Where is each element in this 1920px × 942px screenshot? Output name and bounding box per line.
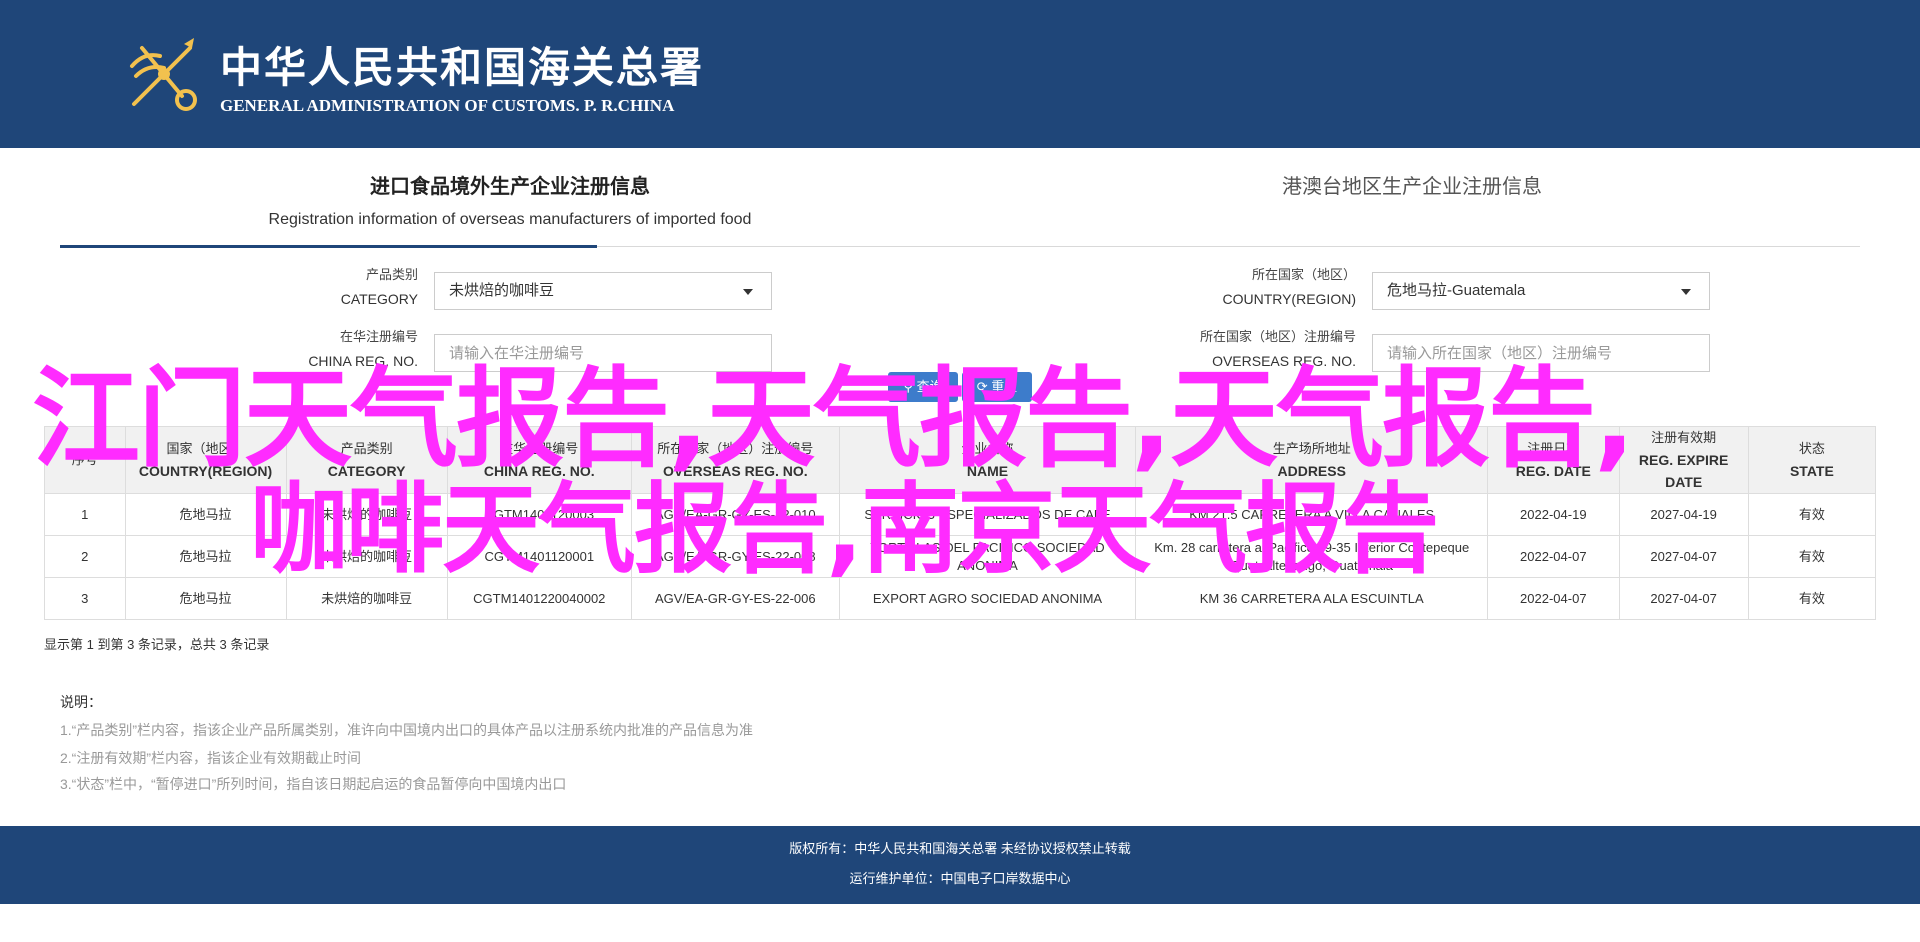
overlay-text-line-1: 江门天气报告,天气报告,天气报告,: [32, 357, 1635, 482]
tab-hk-macao-taiwan[interactable]: 港澳台地区生产企业注册信息: [1112, 170, 1712, 199]
copyright-text: 版权所有：中华人民共和国海关总署 未经协议授权禁止转载: [789, 841, 1131, 856]
site-title: 中华人民共和国海关总署: [220, 43, 705, 92]
notes-title: 说明：: [60, 694, 102, 710]
country-label: 所在国家（地区） COUNTRY(REGION): [1150, 263, 1356, 311]
tab-title: 港澳台地区生产企业注册信息: [1282, 174, 1542, 198]
active-tab-indicator: [60, 245, 597, 248]
country-select-value: 危地马拉-Guatemala: [1387, 282, 1526, 299]
header-state: 状态 STATE: [1747, 426, 1877, 494]
chevron-down-icon: [743, 289, 753, 295]
customs-emblem-icon: [130, 38, 197, 111]
maintainer-text: 运行维护单位：中国电子口岸数据中心: [849, 871, 1071, 886]
cell-state: 有效: [1747, 535, 1877, 578]
header-cn: 注册有效期: [1651, 430, 1717, 445]
cell-state: 有效: [1747, 577, 1877, 620]
header-en: STATE: [1789, 463, 1834, 479]
category-select-value: 未烘焙的咖啡豆: [449, 282, 555, 299]
cell-expire-date: 2027-04-07: [1618, 535, 1749, 578]
cell-expire-date: 2027-04-07: [1618, 577, 1749, 620]
note-item: 1.“产品类别”栏内容，指该企业产品所属类别，准许向中国境内出口的具体产品以注册…: [60, 722, 753, 738]
tab-overseas-manufacturers[interactable]: 进口食品境外生产企业注册信息 Registration information …: [220, 170, 800, 229]
cell-index: 1: [44, 493, 126, 536]
label-cn: 所在国家（地区）注册编号: [1199, 329, 1356, 344]
chevron-down-icon: [1681, 289, 1691, 295]
overlay-text-line-2: 咖啡天气报告,南京天气报告: [250, 473, 1439, 587]
label-cn: 产品类别: [365, 267, 418, 282]
cell-state: 有效: [1747, 493, 1877, 536]
label-cn: 在华注册编号: [339, 329, 418, 344]
note-item: 3.“状态”栏中，“暂停进口”所列时间，指自该日期起启运的食品暂停向中国境内出口: [60, 776, 567, 792]
tab-title: 进口食品境外生产企业注册信息: [370, 174, 650, 198]
label-cn: 所在国家（地区）: [1251, 267, 1356, 282]
note-item: 2.“注册有效期”栏内容，指该企业有效期截止时间: [60, 750, 361, 766]
country-select[interactable]: 危地马拉-Guatemala: [1372, 272, 1710, 310]
cell-reg-date: 2022-04-19: [1487, 493, 1620, 536]
category-select[interactable]: 未烘焙的咖啡豆: [434, 272, 772, 310]
header-expire-date: 注册有效期 REG. EXPIRE DATE: [1618, 426, 1749, 494]
header-cn: 状态: [1798, 441, 1825, 456]
category-label: 产品类别 CATEGORY: [260, 263, 418, 311]
label-en: COUNTRY(REGION): [1222, 291, 1356, 307]
cell-index: 3: [44, 577, 126, 620]
tab-subtitle: Registration information of overseas man…: [268, 211, 752, 228]
cell-reg-date: 2022-04-07: [1487, 535, 1620, 578]
site-title-en: GENERAL ADMINISTRATION OF CUSTOMS. P. R.…: [220, 96, 675, 115]
site-footer: 版权所有：中华人民共和国海关总署 未经协议授权禁止转载 运行维护单位：中国电子口…: [0, 826, 1920, 904]
pagination-summary: 显示第 1 到第 3 条记录，总共 3 条记录: [44, 637, 270, 652]
label-en: CATEGORY: [340, 291, 418, 307]
header-en: REG. EXPIRE DATE: [1638, 452, 1729, 490]
cell-index: 2: [44, 535, 126, 578]
cell-expire-date: 2027-04-19: [1618, 493, 1749, 536]
site-header: 中华人民共和国海关总署 GENERAL ADMINISTRATION OF CU…: [0, 0, 1920, 148]
cell-reg-date: 2022-04-07: [1487, 577, 1620, 620]
